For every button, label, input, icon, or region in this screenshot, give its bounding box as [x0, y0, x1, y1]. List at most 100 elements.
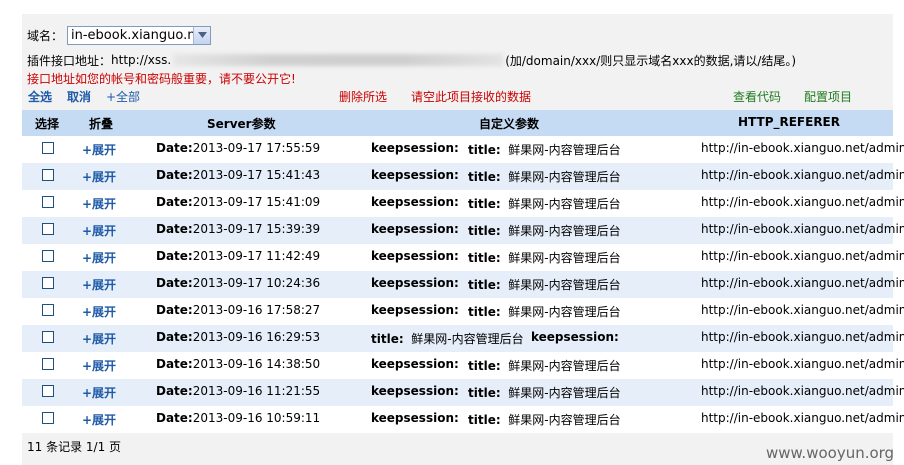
expand-link[interactable]: +展开	[82, 303, 116, 320]
table-header: 选择 折叠 Server参数 自定义参数 HTTP_REFERER	[22, 110, 893, 136]
row-checkbox[interactable]	[42, 196, 54, 208]
table-body: +展开 Date:2013-09-17 17:55:59 keepsession: t…	[22, 136, 904, 433]
referer-url: http://in-ebook.xianguo.net/admin/	[701, 141, 904, 155]
server-date: Date:2013-09-16 14:38:50	[156, 357, 320, 371]
server-date: Date:2013-09-16 17:58:27	[156, 303, 320, 317]
expand-link[interactable]: +展开	[82, 168, 116, 185]
select-all-link[interactable]: 全选	[28, 88, 52, 104]
date-value: 2013-09-16 16:29:53	[192, 330, 321, 344]
row-checkbox[interactable]	[42, 358, 54, 370]
title-param: title: 鲜果网-内容管理后台	[468, 249, 621, 266]
keepsession-key: keepsession:	[531, 330, 619, 344]
pagination-info: 11 条记录 1/1 页	[27, 440, 122, 454]
server-date: Date:2013-09-16 11:21:55	[156, 384, 320, 398]
expand-all-link[interactable]: +全部	[106, 88, 140, 104]
date-value: 2013-09-17 17:55:59	[192, 141, 321, 155]
date-value: 2013-09-16 11:21:55	[192, 384, 321, 398]
keepsession-key: keepsession:	[371, 303, 459, 317]
title-key: title:	[468, 386, 501, 400]
title-value: 鲜果网-内容管理后台	[508, 305, 621, 319]
cancel-link[interactable]: 取消	[67, 88, 91, 104]
row-checkbox[interactable]	[42, 304, 54, 316]
domain-select[interactable]: in-ebook.xianguo.net	[67, 25, 212, 45]
table-row: +展开 Date:2013-09-17 15:41:09 keepsession: t…	[22, 190, 904, 217]
expand-link[interactable]: +展开	[82, 384, 116, 401]
expand-link[interactable]: +展开	[82, 195, 116, 212]
server-date: Date:2013-09-17 11:42:49	[156, 249, 320, 263]
expand-link[interactable]: +展开	[82, 330, 116, 347]
expand-link[interactable]: +展开	[82, 411, 116, 428]
date-value: 2013-09-17 10:24:36	[192, 276, 321, 290]
title-key: title:	[468, 359, 501, 373]
date-key: Date:	[156, 303, 193, 317]
date-value: 2013-09-17 11:42:49	[192, 249, 321, 263]
date-key: Date:	[156, 357, 193, 371]
expand-link[interactable]: +展开	[82, 222, 116, 239]
server-date: Date:2013-09-17 15:41:09	[156, 195, 320, 209]
row-checkbox[interactable]	[42, 250, 54, 262]
referer-url: http://in-ebook.xianguo.net/admin/	[701, 411, 904, 425]
title-value: 鲜果网-内容管理后台	[508, 386, 621, 400]
keepsession-key: keepsession:	[371, 384, 459, 398]
title-param: title: 鲜果网-内容管理后台	[468, 195, 621, 212]
delete-selected-link[interactable]: 删除所选	[339, 88, 387, 104]
date-value: 2013-09-17 15:41:09	[192, 195, 321, 209]
title-param: title: 鲜果网-内容管理后台	[468, 222, 621, 239]
date-value: 2013-09-17 15:41:43	[192, 168, 321, 182]
keepsession-key: keepsession:	[371, 222, 459, 236]
keepsession-key: keepsession:	[371, 249, 459, 263]
title-param: title: 鲜果网-内容管理后台	[468, 384, 621, 401]
keepsession-key: keepsession:	[371, 195, 459, 209]
expand-link[interactable]: +展开	[82, 357, 116, 374]
table-row: +展开 Date:2013-09-17 10:24:36 keepsession: t…	[22, 271, 904, 298]
server-date: Date:2013-09-17 15:39:39	[156, 222, 320, 236]
title-key: title:	[468, 224, 501, 238]
title-value: 鲜果网-内容管理后台	[508, 251, 621, 265]
row-checkbox[interactable]	[42, 385, 54, 397]
config-project-link[interactable]: 配置项目	[804, 88, 852, 104]
row-checkbox[interactable]	[42, 331, 54, 343]
title-param: title: 鲜果网-内容管理后台	[468, 411, 621, 428]
date-value: 2013-09-16 10:59:11	[192, 411, 321, 425]
date-key: Date:	[156, 168, 193, 182]
expand-link[interactable]: +展开	[82, 141, 116, 158]
title-param: title: 鲜果网-内容管理后台	[468, 303, 621, 320]
server-date: Date:2013-09-17 15:41:43	[156, 168, 320, 182]
expand-link[interactable]: +展开	[82, 249, 116, 266]
referer-url: http://in-ebook.xianguo.net/admin/	[701, 276, 904, 290]
expand-link[interactable]: +展开	[82, 276, 116, 293]
clear-data-link[interactable]: 请空此项目接收的数据	[411, 88, 531, 104]
referer-url: http://in-ebook.xianguo.net/admin/	[701, 357, 904, 371]
date-key: Date:	[156, 384, 193, 398]
referer-url: http://in-ebook.xianguo.net/admin/	[701, 195, 904, 209]
referer-url: http://in-ebook.xianguo.net/admin/	[701, 330, 904, 344]
api-url-hint: (加/domain/xxx/则只显示域名xxx的数据,请以/结尾。)	[505, 53, 797, 68]
row-checkbox[interactable]	[42, 169, 54, 181]
chevron-down-icon[interactable]	[193, 26, 211, 44]
domain-row: 域名： in-ebook.xianguo.net	[27, 25, 212, 45]
title-param: title: 鲜果网-内容管理后台	[468, 141, 621, 158]
row-checkbox[interactable]	[42, 412, 54, 424]
date-value: 2013-09-16 17:58:27	[192, 303, 321, 317]
title-value: 鲜果网-内容管理后台	[508, 197, 621, 211]
api-url-label: 插件接口地址：	[27, 53, 112, 68]
table-row: +展开 Date:2013-09-16 16:29:53 title: 鲜果网-内容…	[22, 325, 904, 352]
keepsession-key: keepsession:	[371, 141, 459, 155]
date-key: Date:	[156, 411, 193, 425]
row-checkbox[interactable]	[42, 277, 54, 289]
title-key: title:	[468, 278, 501, 292]
title-value: 鲜果网-内容管理后台	[508, 143, 621, 157]
view-code-link[interactable]: 查看代码	[733, 88, 781, 104]
api-url-start: http://xss.	[111, 53, 172, 67]
title-param: title: 鲜果网-内容管理后台	[468, 357, 621, 374]
referer-url: http://in-ebook.xianguo.net/admin/	[701, 249, 904, 263]
row-checkbox[interactable]	[42, 142, 54, 154]
table-row: +展开 Date:2013-09-16 14:38:50 keepsession: t…	[22, 352, 904, 379]
table-row: +展开 Date:2013-09-16 11:21:55 keepsession: t…	[22, 379, 904, 406]
title-key: title:	[468, 413, 501, 427]
title-key: title:	[371, 332, 404, 346]
date-key: Date:	[156, 141, 193, 155]
row-checkbox[interactable]	[42, 223, 54, 235]
title-value: 鲜果网-内容管理后台	[508, 413, 621, 427]
header-select: 选择	[35, 117, 60, 131]
